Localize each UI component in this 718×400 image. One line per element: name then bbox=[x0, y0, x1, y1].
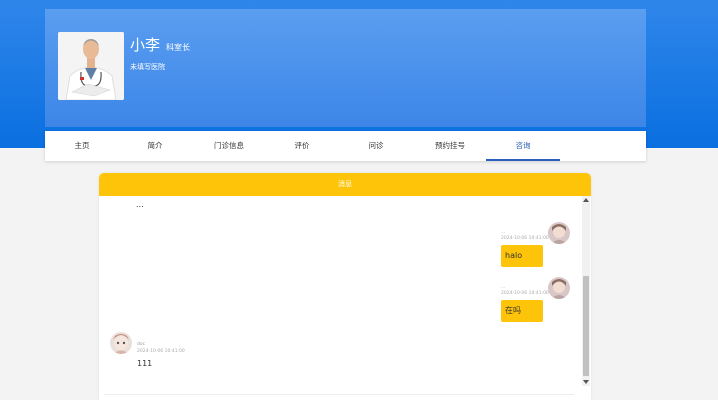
message-time: 2024-10-06 10:41:00 bbox=[501, 236, 549, 241]
doctor-profile-banner: 小李 科室长 未填写医院 bbox=[45, 9, 646, 127]
doctor-photo bbox=[58, 32, 124, 100]
message-time: 2024-10-06 10:41:00 bbox=[137, 349, 185, 354]
doctor-name-row: 小李 科室长 bbox=[130, 34, 190, 55]
scroll-down-arrow-icon[interactable] bbox=[583, 380, 589, 384]
tab-home[interactable]: 主页 bbox=[45, 131, 119, 161]
more-messages-indicator: ... bbox=[136, 200, 144, 209]
message-list[interactable]: ... ... 2024-10-06 10:41:00 halo ... 202… bbox=[99, 196, 581, 387]
scrollbar-thumb[interactable] bbox=[583, 276, 589, 376]
message-sender: doc bbox=[137, 342, 146, 347]
message-sender: ... bbox=[501, 285, 506, 290]
message-scrollbar[interactable] bbox=[582, 196, 590, 386]
user-avatar bbox=[548, 277, 570, 299]
doctor-name: 小李 bbox=[130, 36, 161, 54]
tab-clinic-info[interactable]: 门诊信息 bbox=[192, 131, 266, 161]
doctor-hospital: 未填写医院 bbox=[130, 63, 165, 71]
profile-tab-bar: 主页 简介 门诊信息 评价 问诊 预约挂号 咨询 bbox=[45, 131, 646, 161]
chat-header: 消息 bbox=[99, 173, 591, 196]
tab-inquiry[interactable]: 咨询 bbox=[486, 131, 560, 161]
tab-reviews[interactable]: 评价 bbox=[265, 131, 339, 161]
tab-intro[interactable]: 简介 bbox=[118, 131, 192, 161]
user-avatar bbox=[548, 222, 570, 244]
message-sender: ... bbox=[501, 230, 506, 235]
message-time: 2024-10-06 10:41:00 bbox=[501, 291, 549, 296]
tab-consultation[interactable]: 问诊 bbox=[339, 131, 413, 161]
tab-appointment[interactable]: 预约挂号 bbox=[413, 131, 487, 161]
message-text-received: 111 bbox=[137, 359, 153, 368]
scroll-up-arrow-icon[interactable] bbox=[583, 198, 589, 202]
doctor-title: 科室长 bbox=[166, 43, 191, 52]
message-input-area[interactable] bbox=[104, 394, 574, 400]
message-bubble-sent: halo bbox=[501, 245, 543, 267]
doctor-avatar bbox=[110, 332, 132, 354]
message-bubble-sent: 在吗 bbox=[501, 300, 543, 322]
chat-panel: 消息 ... ... 2024-10-06 10:41:00 halo ... bbox=[99, 173, 591, 400]
